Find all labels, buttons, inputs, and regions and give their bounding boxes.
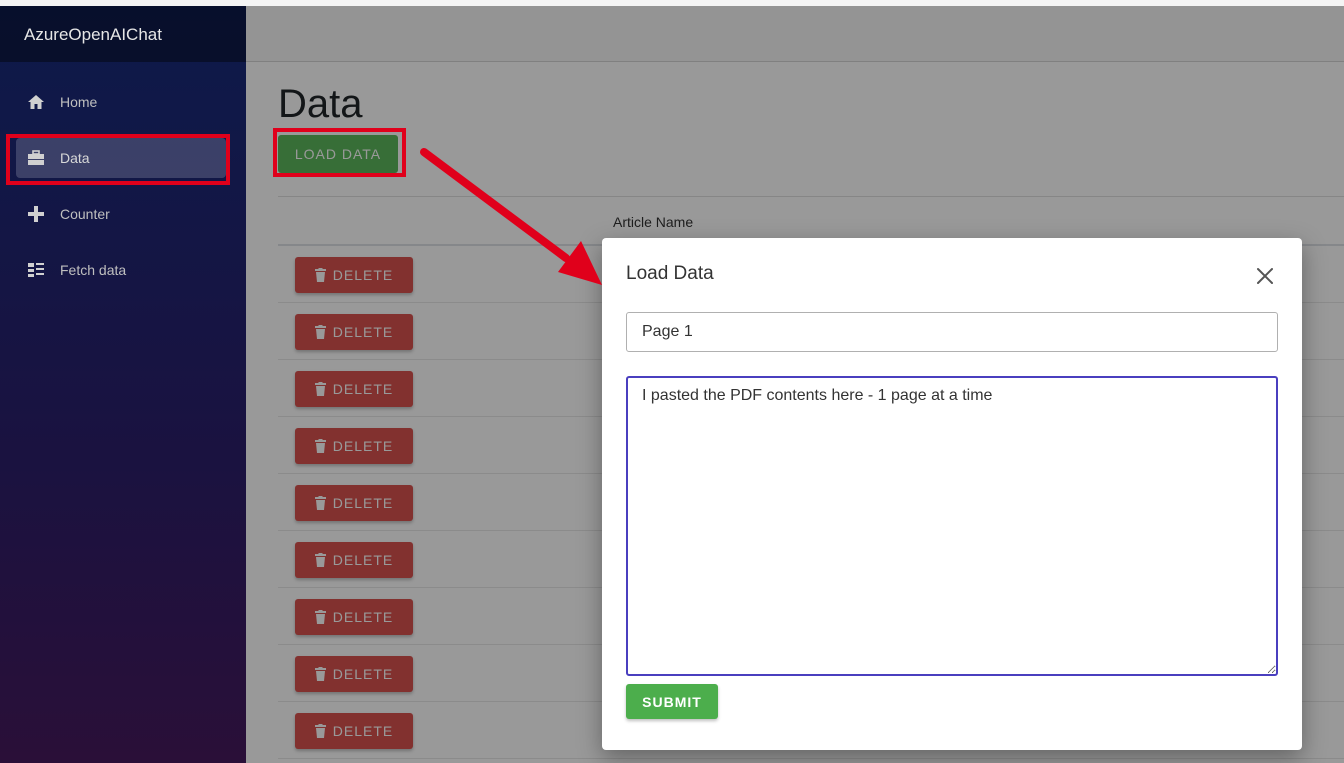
- sidebar-item-label: Home: [60, 94, 98, 110]
- content-textarea[interactable]: I pasted the PDF contents here - 1 page …: [626, 376, 1278, 676]
- submit-button[interactable]: SUBMIT: [626, 684, 718, 719]
- sidebar-item-fetch-data[interactable]: Fetch data: [16, 250, 226, 290]
- sidebar-item-label: Data: [60, 150, 90, 166]
- sidebar-item-data[interactable]: Data: [16, 138, 226, 178]
- brand-title[interactable]: AzureOpenAIChat: [0, 6, 246, 62]
- home-icon: [26, 92, 46, 112]
- dialog-title: Load Data: [626, 263, 714, 284]
- sidebar-item-label: Fetch data: [60, 262, 127, 278]
- close-icon[interactable]: [1254, 265, 1276, 287]
- load-data-dialog: Load Data I pasted the PDF contents here…: [602, 238, 1302, 750]
- sidebar: AzureOpenAIChat Home Data Counter Fetch …: [0, 6, 246, 763]
- plus-icon: [26, 204, 46, 224]
- list-icon: [26, 260, 46, 280]
- sidebar-item-label: Counter: [60, 206, 110, 222]
- page-title-input[interactable]: [626, 312, 1278, 352]
- sidebar-item-counter[interactable]: Counter: [16, 194, 226, 234]
- briefcase-icon: [26, 148, 46, 168]
- sidebar-item-home[interactable]: Home: [16, 82, 226, 122]
